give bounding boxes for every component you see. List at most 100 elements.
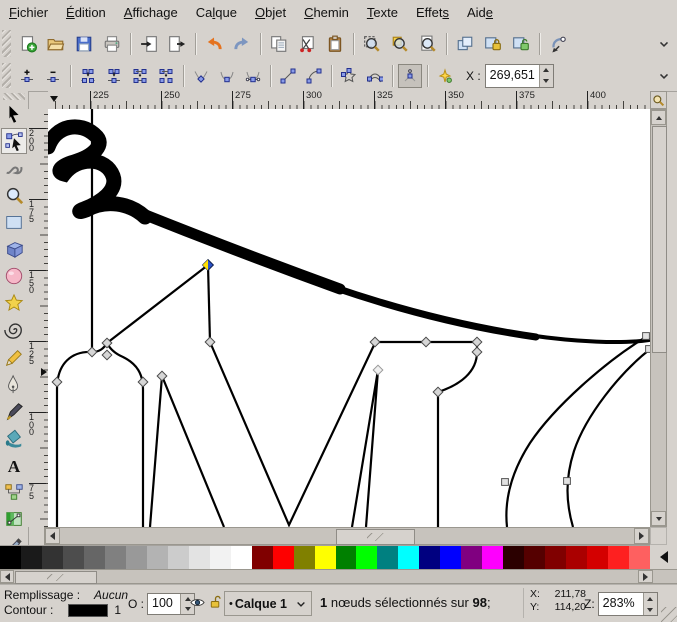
duplicate-button[interactable] [452, 31, 478, 57]
scribble-path[interactable] [138, 212, 340, 289]
letter-outline-path[interactable] [210, 342, 375, 525]
scroll-down-button[interactable] [651, 511, 666, 526]
print-document-button[interactable] [99, 31, 125, 57]
palette-swatch[interactable] [336, 546, 357, 570]
node-x-value[interactable]: 269,651 [486, 65, 539, 87]
opacity-value[interactable]: 100 [148, 594, 180, 614]
letter-outline-path[interactable] [208, 265, 210, 342]
palette-swatch[interactable] [524, 546, 545, 570]
segment-curve-button[interactable] [302, 64, 326, 88]
toolbar-overflow-button[interactable] [657, 37, 671, 51]
node-smooth-button[interactable] [215, 64, 239, 88]
palette-swatch[interactable] [294, 546, 315, 570]
insert-node-button[interactable] [15, 64, 39, 88]
palette-swatch[interactable] [608, 546, 629, 570]
scribble-path[interactable] [333, 287, 536, 337]
palette-swatch[interactable] [545, 546, 566, 570]
palette-swatch[interactable] [273, 546, 294, 570]
select-original-button[interactable] [545, 31, 571, 57]
palette-swatch[interactable] [252, 546, 273, 570]
horizontal-scrollbar[interactable] [44, 527, 650, 545]
layer-visibility-toggle[interactable] [190, 595, 205, 610]
path-node-diamond[interactable] [421, 337, 431, 347]
opacity-spinbox[interactable]: 100 [147, 593, 195, 615]
star-tool[interactable] [1, 290, 27, 316]
path-node-hover[interactable] [373, 365, 383, 375]
cut-button[interactable] [294, 31, 320, 57]
copy-button[interactable] [266, 31, 292, 57]
new-document-button[interactable] [15, 31, 41, 57]
menu-objet[interactable]: Objet [246, 0, 295, 26]
palette-swatch[interactable] [84, 546, 105, 570]
ellipse-tool[interactable] [1, 263, 27, 289]
palette-swatch[interactable] [629, 546, 650, 570]
palette-swatch[interactable] [566, 546, 587, 570]
path-node-diamond[interactable] [157, 371, 167, 381]
palette-swatch[interactable] [315, 546, 336, 570]
path-node-diamond[interactable] [472, 337, 482, 347]
pencil-tool[interactable] [1, 344, 27, 370]
palette-swatch[interactable] [105, 546, 126, 570]
segment-line-button[interactable] [276, 64, 300, 88]
scroll-up-button[interactable] [651, 110, 666, 125]
toolbox-grip[interactable] [3, 93, 25, 100]
spin-up-icon[interactable] [543, 68, 549, 72]
toolbar-overflow-button[interactable] [657, 69, 671, 83]
zoom-value[interactable]: 283% [599, 593, 643, 615]
toolbar-grip[interactable] [2, 30, 11, 56]
layer-selector[interactable]: • Calque 1 [224, 591, 312, 616]
palette-swatch[interactable] [587, 546, 608, 570]
rectangle-tool[interactable] [1, 209, 27, 235]
save-document-button[interactable] [71, 31, 97, 57]
horizontal-scroll-thumb[interactable] [336, 529, 415, 545]
spiral-tool[interactable] [1, 317, 27, 343]
box-3d-tool[interactable] [1, 236, 27, 262]
palette-swatch[interactable] [461, 546, 482, 570]
menu-chemin[interactable]: Chemin [295, 0, 358, 26]
path-node-diamond[interactable] [370, 337, 380, 347]
letter-outline-path[interactable] [57, 343, 143, 527]
zoom-spinbox[interactable]: 283% [598, 592, 658, 616]
export-document-button[interactable] [164, 31, 190, 57]
path-node-diamond[interactable] [472, 347, 482, 357]
palette-swatch[interactable] [440, 546, 461, 570]
join-nodes-button[interactable] [102, 64, 126, 88]
letter-outline-path[interactable] [150, 376, 224, 527]
palette-swatch[interactable] [0, 546, 21, 570]
palette-swatch[interactable] [482, 546, 503, 570]
letter-outline-path[interactable] [352, 370, 378, 527]
menu-aide[interactable]: Aide [458, 0, 502, 26]
undo-button[interactable] [201, 31, 227, 57]
next-path-effect-param-button[interactable] [433, 64, 457, 88]
palette-scroll-thumb[interactable] [15, 571, 97, 584]
palette-scroll-left-button[interactable] [0, 570, 14, 583]
selector-tool[interactable] [1, 101, 27, 127]
create-clone-button[interactable] [480, 31, 506, 57]
palette-swatch[interactable] [503, 546, 524, 570]
path-node-square[interactable] [502, 479, 509, 486]
letter-outline-path[interactable] [568, 350, 650, 527]
calligraphy-tool[interactable] [1, 398, 27, 424]
layer-lock-toggle[interactable] [208, 594, 223, 609]
pen-tool[interactable] [1, 371, 27, 397]
break-node-button[interactable] [76, 64, 100, 88]
spin-down-icon[interactable] [647, 608, 653, 612]
redo-button[interactable] [229, 31, 255, 57]
paste-button[interactable] [322, 31, 348, 57]
node-x-spinbox[interactable]: 269,651 [485, 64, 554, 88]
vertical-scroll-thumb[interactable] [652, 126, 667, 353]
unlink-clone-button[interactable] [508, 31, 534, 57]
palette-swatch[interactable] [126, 546, 147, 570]
fill-stroke-indicator[interactable]: Remplissage :Aucun Contour :1 [4, 588, 128, 618]
zoom-page-button[interactable] [415, 31, 441, 57]
scroll-right-button[interactable] [634, 528, 649, 544]
canvas[interactable] [48, 109, 650, 527]
stroke-color-swatch[interactable] [68, 604, 108, 617]
palette-swatch[interactable] [168, 546, 189, 570]
node-cusp-button[interactable] [189, 64, 213, 88]
text-tool[interactable]: A [1, 452, 27, 478]
zoom-corner-button[interactable] [650, 91, 667, 109]
path-node-diamond[interactable] [87, 347, 97, 357]
palette-swatch[interactable] [42, 546, 63, 570]
window-resize-grip[interactable] [661, 607, 677, 622]
